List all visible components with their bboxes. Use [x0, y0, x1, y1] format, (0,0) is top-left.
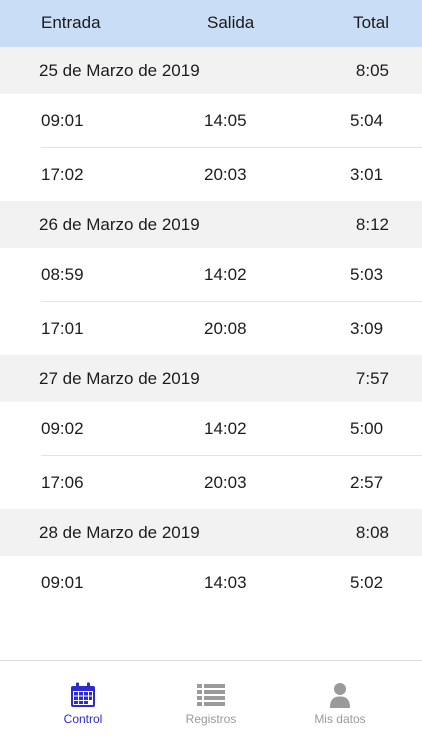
day-date: 26 de Marzo de 2019	[39, 215, 200, 234]
tab-mis-datos[interactable]: Mis datos	[270, 661, 410, 750]
entry-total: 5:00	[350, 419, 384, 438]
user-icon	[330, 683, 350, 708]
entry-row[interactable]: 08:59 14:02 5:03	[0, 248, 422, 301]
column-header: Entrada Salida Total	[0, 0, 422, 47]
header-entrada: Entrada	[41, 13, 101, 32]
entry-total: 3:09	[350, 319, 384, 338]
entry-in: 09:02	[41, 419, 84, 438]
entry-in: 17:02	[41, 165, 84, 184]
entry-out: 20:03	[204, 165, 247, 184]
entry-out: 14:05	[204, 111, 247, 130]
entry-out: 14:02	[204, 265, 247, 284]
entry-row[interactable]: 09:01 14:05 5:04	[0, 94, 422, 147]
entry-total: 2:57	[350, 473, 384, 492]
day-header: 25 de Marzo de 2019 8:05	[0, 47, 422, 94]
entry-in: 09:01	[41, 111, 84, 130]
day-header: 27 de Marzo de 2019 7:57	[0, 355, 422, 402]
tab-bar: Control Registros Mis datos	[0, 660, 422, 750]
entry-in: 09:01	[41, 573, 84, 592]
entry-row[interactable]: 17:01 20:08 3:09	[0, 302, 422, 355]
entry-in: 17:01	[41, 319, 84, 338]
day-date: 27 de Marzo de 2019	[39, 369, 200, 388]
day-header: 28 de Marzo de 2019 8:08	[0, 509, 422, 556]
tab-label: Mis datos	[314, 712, 366, 726]
entry-total: 5:04	[350, 111, 384, 130]
day-total: 8:05	[355, 61, 389, 80]
tab-control[interactable]: Control	[13, 661, 153, 750]
day-date: 28 de Marzo de 2019	[39, 523, 200, 542]
entry-total: 5:03	[350, 265, 384, 284]
entry-row[interactable]: 17:06 20:03 2:57	[0, 456, 422, 509]
entry-total: 5:02	[350, 573, 384, 592]
entry-row[interactable]: 17:02 20:03 3:01	[0, 148, 422, 201]
entry-out: 14:03	[204, 573, 247, 592]
day-header: 26 de Marzo de 2019 8:12	[0, 201, 422, 248]
header-total: Total	[353, 13, 389, 32]
list-icon	[197, 684, 225, 706]
entry-total: 3:01	[350, 165, 384, 184]
day-total: 8:12	[355, 215, 389, 234]
entry-out: 14:02	[204, 419, 247, 438]
day-total: 7:57	[355, 369, 389, 388]
entry-row[interactable]: 09:02 14:02 5:00	[0, 402, 422, 455]
entry-out: 20:08	[204, 319, 247, 338]
entry-in: 17:06	[41, 473, 84, 492]
calendar-icon	[71, 682, 95, 707]
day-date: 25 de Marzo de 2019	[39, 61, 200, 80]
tab-label: Control	[63, 712, 103, 726]
entry-row[interactable]: 09:01 14:03 5:02	[0, 556, 422, 609]
tab-registros[interactable]: Registros	[141, 661, 281, 750]
records-list[interactable]: 25 de Marzo de 2019 8:05 09:01 14:05 5:0…	[0, 47, 422, 609]
tab-label: Registros	[185, 712, 237, 726]
entry-out: 20:03	[204, 473, 247, 492]
day-total: 8:08	[355, 523, 389, 542]
entry-in: 08:59	[41, 265, 84, 284]
header-salida: Salida	[207, 13, 255, 32]
